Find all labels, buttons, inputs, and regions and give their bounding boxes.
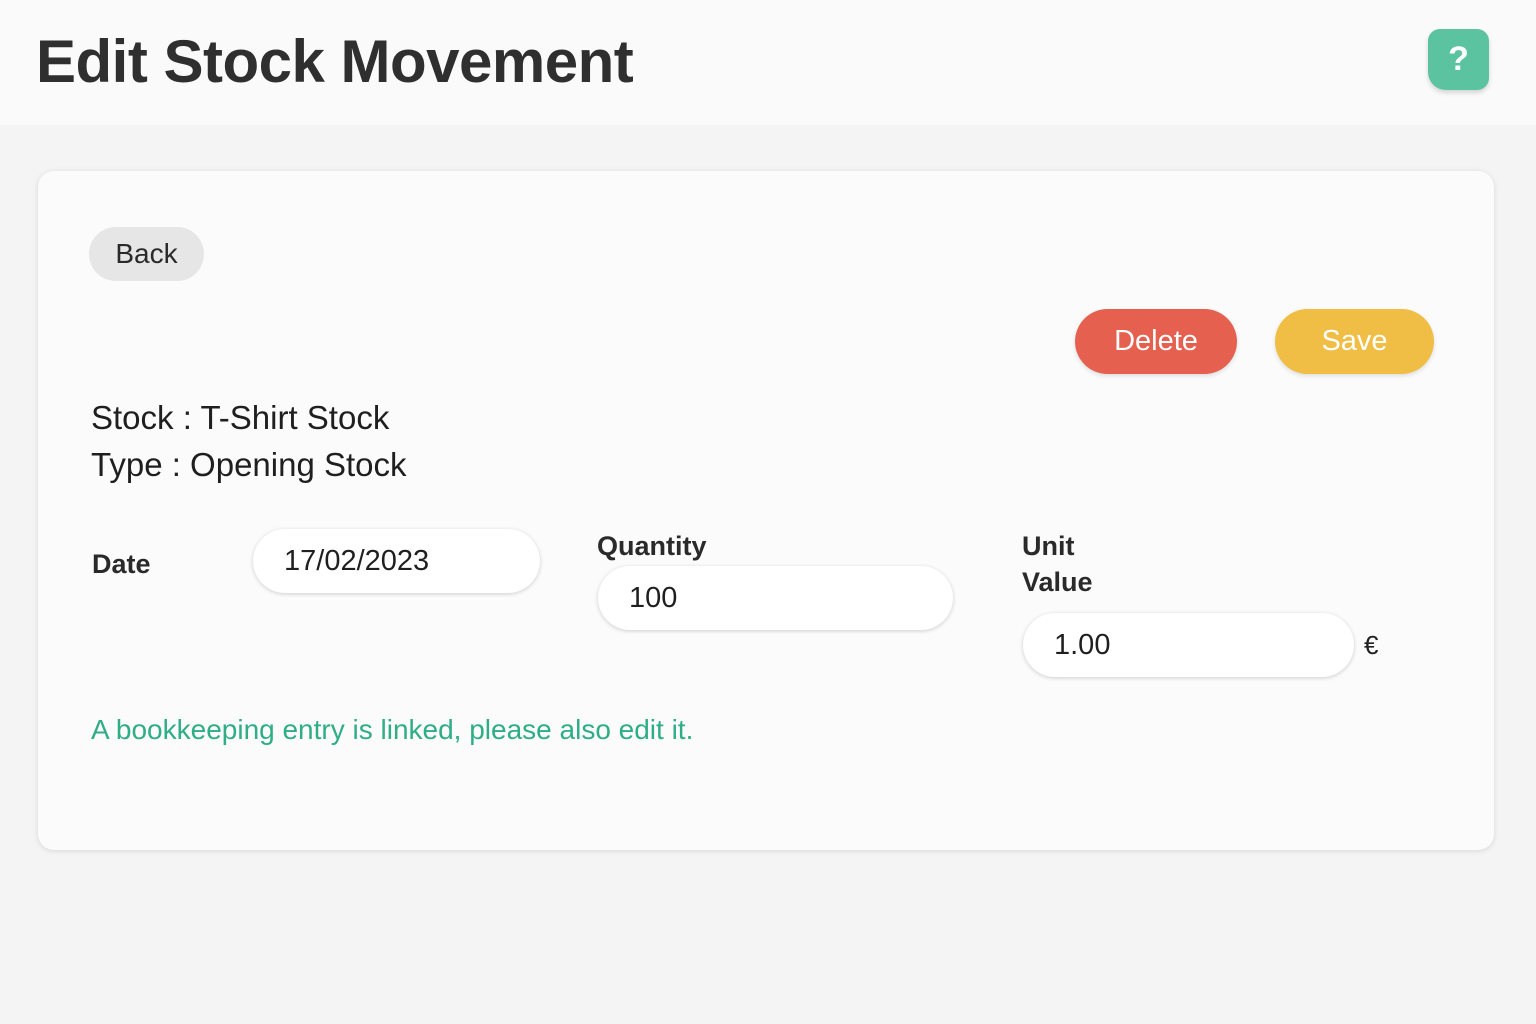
type-info: Type : Opening Stock: [91, 446, 407, 483]
quantity-input[interactable]: 100: [598, 566, 953, 630]
help-button[interactable]: ?: [1428, 29, 1489, 90]
question-mark-icon: ?: [1448, 40, 1469, 78]
date-label: Date: [92, 549, 151, 579]
stock-info: Stock : T-Shirt Stock: [91, 399, 390, 436]
stock-movement-card: Back Delete Save Stock : T-Shirt Stock T…: [38, 171, 1494, 850]
back-button[interactable]: Back: [89, 227, 204, 281]
bookkeeping-notice: A bookkeeping entry is linked, please al…: [91, 714, 694, 745]
page-header: Edit Stock Movement ?: [0, 0, 1536, 125]
unit-value-label-line2: Value: [1022, 567, 1093, 597]
save-button[interactable]: Save: [1275, 309, 1434, 374]
delete-button[interactable]: Delete: [1075, 309, 1237, 374]
page-title: Edit Stock Movement: [36, 28, 634, 95]
unit-value-label-line1: Unit: [1022, 531, 1075, 561]
unit-value-input[interactable]: 1.00: [1023, 613, 1354, 677]
date-input[interactable]: 17/02/2023: [253, 529, 540, 593]
quantity-label: Quantity: [597, 531, 707, 561]
currency-symbol: €: [1364, 630, 1379, 660]
